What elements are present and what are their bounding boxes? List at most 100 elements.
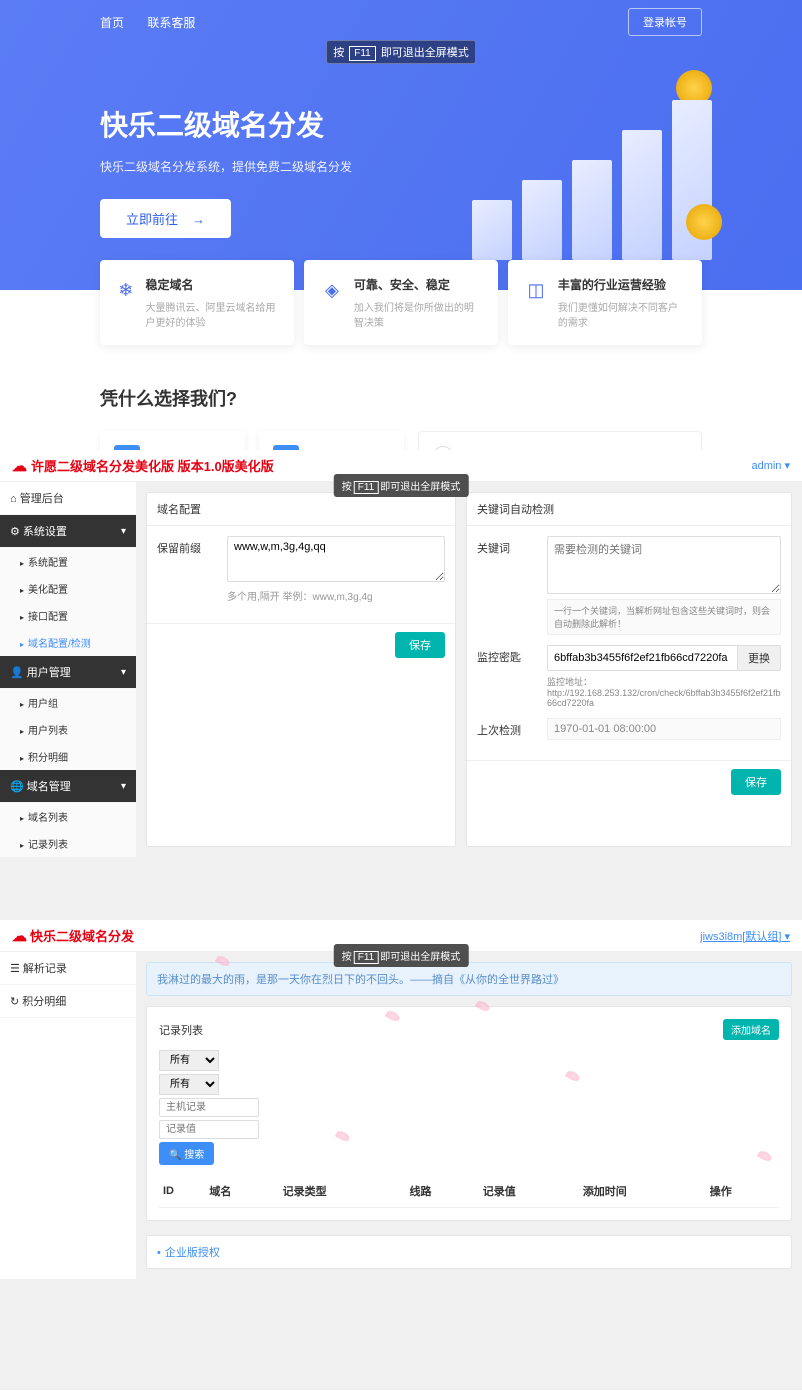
feature-desc: 大量腾讯云、阿里云域名给用户更好的体验 [146, 299, 278, 329]
sidebar-item-user[interactable]: 👤 用户管理▾ [0, 656, 136, 689]
sidebar-sub-beautify[interactable]: 美化配置 [0, 575, 136, 602]
login-button[interactable]: 登录帐号 [628, 8, 702, 36]
col-domain: 域名 [205, 1175, 278, 1208]
cloud-icon: ☁ [12, 457, 27, 475]
swap-button[interactable]: 更换 [738, 645, 781, 671]
col-action: 操作 [706, 1175, 779, 1208]
chevron-down-icon: ▾ [121, 667, 126, 678]
hero: 首页 联系客服 登录帐号 按 F11 即可退出全屏模式 快乐二级域名分发 快乐二… [0, 0, 802, 290]
chevron-down-icon: ▾ [121, 526, 126, 537]
feature-desc: 我们更懂如何解决不同客户的需求 [558, 299, 686, 329]
keyword-textarea[interactable] [547, 536, 781, 594]
nav-home-link[interactable]: 首页 [100, 16, 124, 30]
add-domain-button[interactable]: 添加域名 [723, 1019, 779, 1040]
login-card [418, 431, 702, 450]
monitor-key-input[interactable] [547, 645, 738, 671]
last-check-value: 1970-01-01 08:00:00 [547, 718, 781, 740]
col-time: 添加时间 [579, 1175, 706, 1208]
feature-title: 可靠、安全、稳定 [354, 276, 482, 293]
sidebar-sub-system-config[interactable]: 系统配置 [0, 548, 136, 575]
top-nav: 首页 联系客服 登录帐号 [0, 0, 802, 36]
feature-cards-row: ❄ 稳定域名大量腾讯云、阿里云域名给用户更好的体验 ◈ 可靠、安全、稳定加入我们… [0, 260, 802, 345]
records-panel: 记录列表 添加域名 所有 所有 🔍 搜索 ID 域名 记录类型 线路 记录值 添… [146, 1006, 792, 1221]
feature-title: 稳定域名 [146, 276, 278, 293]
filter-select-1[interactable]: 所有 [159, 1050, 219, 1071]
auth-link[interactable]: 企业版授权 [165, 1247, 220, 1259]
last-check-label: 上次检测 [477, 718, 537, 738]
why-cards-row: ≡多平台对接 目前已兼容目前热门的Aliyun、Dnspod等接口 ≡安全防护 … [0, 431, 802, 450]
admin-brand: ☁许愿二级域名分发美化版 版本1.0版美化版 [12, 456, 274, 475]
prefix-hint: 多个用,隔开 举例：www,m,3g,4g [227, 588, 445, 603]
feature-card: ❄ 稳定域名大量腾讯云、阿里云域名给用户更好的体验 [100, 260, 294, 345]
panel-title: 关键词自动检测 [467, 493, 791, 526]
landing-section: 首页 联系客服 登录帐号 按 F11 即可退出全屏模式 快乐二级域名分发 快乐二… [0, 0, 802, 450]
records-table: ID 域名 记录类型 线路 记录值 添加时间 操作 [159, 1175, 779, 1208]
sidebar-item-points[interactable]: ↻ 积分明细 [0, 985, 136, 1018]
sidebar-sub-recordlist[interactable]: 记录列表 [0, 830, 136, 857]
f11-post: 即可退出全屏模式 [381, 47, 469, 59]
footer-link-panel: 企业版授权 [146, 1235, 792, 1269]
sidebar-sub-points[interactable]: 积分明细 [0, 743, 136, 770]
keyword-label: 关键词 [477, 536, 537, 556]
user-section: ☁快乐二级域名分发 jiws3i8m[默认组] ▾ 按F11即可退出全屏模式 ☰… [0, 920, 802, 1390]
brand-text: 快乐二级域名分发 [30, 926, 134, 945]
why-heading: 凭什么选择我们? [0, 345, 802, 431]
why-card: ≡多平台对接 目前已兼容目前热门的Aliyun、Dnspod等接口 [100, 431, 245, 450]
feature-title: 丰富的行业运营经验 [558, 276, 686, 293]
col-id: ID [159, 1175, 205, 1208]
sidebar-item-dashboard[interactable]: ⌂ 管理后台 [0, 482, 136, 515]
f11-pre: 按 [333, 47, 344, 59]
filter-host-input[interactable] [159, 1098, 259, 1117]
filter-select-2[interactable]: 所有 [159, 1074, 219, 1095]
snowflake-icon: ❄ [116, 276, 136, 304]
feature-card: ◈ 可靠、安全、稳定加入我们将是你所做出的明智决策 [304, 260, 498, 345]
user-menu[interactable]: jiws3i8m[默认组] ▾ [700, 928, 790, 944]
diamond-icon: ◈ [320, 276, 344, 304]
brand-text: 许愿二级域名分发美化版 版本1.0版美化版 [31, 456, 274, 475]
sidebar-item-system[interactable]: ⚙ 系统设置▾ [0, 515, 136, 548]
user-sidebar: ☰ 解析记录 ↻ 积分明细 [0, 952, 136, 1279]
fullscreen-hint: 按F11即可退出全屏模式 [334, 474, 469, 497]
sidebar-item-records[interactable]: ☰ 解析记录 [0, 952, 136, 985]
feature-desc: 加入我们将是你所做出的明智决策 [354, 299, 482, 329]
records-title: 记录列表 [159, 1022, 203, 1038]
col-type: 记录类型 [279, 1175, 406, 1208]
monitor-addr: http://192.168.253.132/cron/check/6bffab… [547, 688, 781, 708]
admin-sidebar: ⌂ 管理后台 ⚙ 系统设置▾ 系统配置 美化配置 接口配置 域名配置/检测 👤 … [0, 482, 136, 857]
sidebar-sub-usergroup[interactable]: 用户组 [0, 689, 136, 716]
why-card: ≡安全防护 网站24小时持续为您提供域名 [259, 431, 404, 450]
keyword-check-panel: 关键词自动检测 关键词 一行一个关键词，当解析网址包含这些关键词时，则会自动删除… [466, 492, 792, 847]
user-menu[interactable]: admin ▾ [751, 459, 790, 472]
fullscreen-hint: 按F11即可退出全屏模式 [334, 944, 469, 967]
sidebar-item-domain[interactable]: 🌐 域名管理▾ [0, 770, 136, 803]
panel-title: 域名配置 [147, 493, 455, 526]
quote-alert: 我淋过的最大的雨，是那一天你在烈日下的不回头。——摘自《从你的全世界路过》 [146, 962, 792, 996]
sidebar-sub-domainlist[interactable]: 域名列表 [0, 803, 136, 830]
save-button[interactable]: 保存 [731, 769, 781, 795]
cta-button[interactable]: 立即前往 [100, 199, 231, 238]
keyword-hint: 一行一个关键词，当解析网址包含这些关键词时，则会自动删除此解析！ [547, 599, 781, 635]
chevron-down-icon: ▾ [121, 781, 126, 792]
filter-controls: 所有 所有 🔍 搜索 [159, 1050, 779, 1165]
admin-section: ☁许愿二级域名分发美化版 版本1.0版美化版 admin ▾ 按F11即可退出全… [0, 450, 802, 920]
sidebar-sub-api[interactable]: 接口配置 [0, 602, 136, 629]
col-line: 线路 [406, 1175, 479, 1208]
sidebar-sub-userlist[interactable]: 用户列表 [0, 716, 136, 743]
fullscreen-hint: 按 F11 即可退出全屏模式 [326, 40, 476, 64]
hero-illustration [462, 80, 722, 260]
sidebar-sub-domain-check[interactable]: 域名配置/检测 [0, 629, 136, 656]
monitor-key-label: 监控密匙 [477, 645, 537, 665]
domain-config-panel: 域名配置 保留前缀 www,w,m,3g,4g,qq 多个用,隔开 举例：www… [146, 492, 456, 847]
feature-card: ◫ 丰富的行业运营经验我们更懂如何解决不同客户的需求 [508, 260, 702, 345]
user-brand: ☁快乐二级域名分发 [12, 926, 134, 945]
cloud-icon: ☁ [12, 927, 27, 945]
search-button[interactable]: 🔍 搜索 [159, 1142, 214, 1165]
prefix-textarea[interactable]: www,w,m,3g,4g,qq [227, 536, 445, 582]
nav-contact-link[interactable]: 联系客服 [147, 16, 195, 30]
shapes-icon: ◫ [524, 276, 548, 304]
col-value: 记录值 [479, 1175, 579, 1208]
prefix-label: 保留前缀 [157, 536, 217, 556]
save-button[interactable]: 保存 [395, 632, 445, 658]
filter-value-input[interactable] [159, 1120, 259, 1139]
f11-key: F11 [349, 46, 376, 61]
